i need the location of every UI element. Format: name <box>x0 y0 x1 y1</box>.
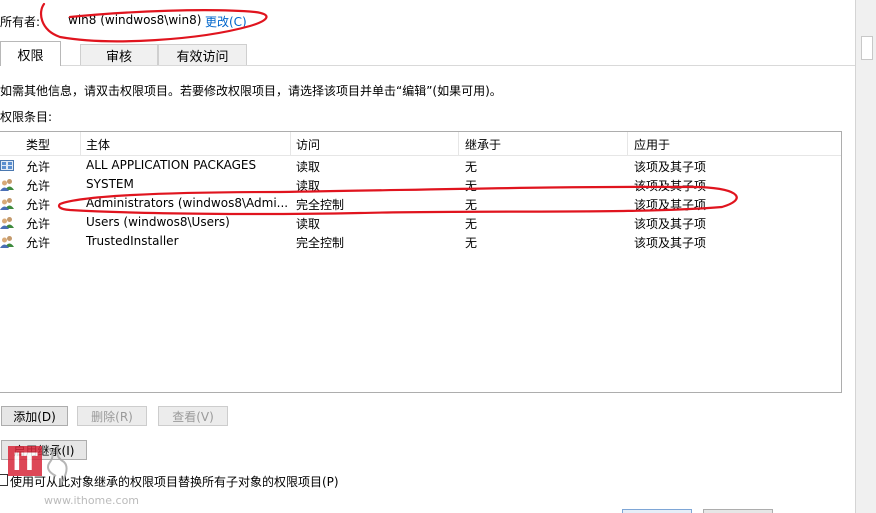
users-icon <box>0 198 14 210</box>
table-row[interactable]: 允许 SYSTEM 读取 无 该项及其子项 <box>0 175 841 194</box>
table-row[interactable]: 允许 Users (windwos8\Users) 读取 无 该项及其子项 <box>0 213 841 232</box>
owner-value: win8 (windwos8\win8) <box>68 13 202 27</box>
column-header-access[interactable]: 访问 <box>296 136 320 153</box>
cell-type: 允许 <box>26 217 51 231</box>
ithome-watermark-logo: IT <box>8 445 68 483</box>
users-icon <box>0 179 14 191</box>
adjacent-window-edge <box>855 0 876 513</box>
users-icon <box>0 236 14 248</box>
table-row[interactable]: 允许 TrustedInstaller 完全控制 无 该项及其子项 <box>0 232 841 251</box>
ok-button[interactable] <box>622 509 692 513</box>
cell-applies-to: 该项及其子项 <box>634 179 707 193</box>
list-header: 类型 主体 访问 继承于 应用于 <box>0 132 841 156</box>
tab-label: 权限 <box>17 48 44 64</box>
add-button[interactable]: 添加(D) <box>1 406 68 426</box>
permission-entries-list[interactable]: 类型 主体 访问 继承于 应用于 允许 ALL APPLICATION PACK… <box>0 131 842 393</box>
cell-applies-to: 该项及其子项 <box>634 160 707 174</box>
cancel-button[interactable] <box>703 509 773 513</box>
cell-access: 读取 <box>296 179 321 193</box>
cell-applies-to: 该项及其子项 <box>634 217 707 231</box>
view-button[interactable]: 查看(V) <box>158 406 228 426</box>
cell-inherited-from: 无 <box>465 179 478 193</box>
tab-effective-access[interactable]: 有效访问 <box>158 44 247 65</box>
package-icon <box>0 160 14 171</box>
replace-child-permissions-checkbox[interactable] <box>0 474 8 486</box>
cell-inherited-from: 无 <box>465 217 478 231</box>
cell-access: 读取 <box>296 217 321 231</box>
cell-type: 允许 <box>26 236 51 250</box>
column-header-principal[interactable]: 主体 <box>86 136 110 153</box>
column-header-applies-to[interactable]: 应用于 <box>634 136 670 153</box>
instructions-text: 如需其他信息，请双击权限项目。若要修改权限项目，请选择该项目并单击“编辑”(如果… <box>0 84 502 98</box>
tab-label: 审核 <box>105 49 132 65</box>
cell-inherited-from: 无 <box>465 198 478 212</box>
cell-inherited-from: 无 <box>465 160 478 174</box>
cell-access: 读取 <box>296 160 321 174</box>
cell-type: 允许 <box>26 198 51 212</box>
owner-label: 所有者: <box>0 15 41 29</box>
table-row[interactable]: 允许 ALL APPLICATION PACKAGES 读取 无 该项及其子项 <box>0 156 841 175</box>
tab-auditing[interactable]: 审核 <box>80 44 158 65</box>
cell-inherited-from: 无 <box>465 236 478 250</box>
cell-principal: ALL APPLICATION PACKAGES <box>86 158 257 172</box>
tab-strip-divider <box>0 65 855 66</box>
column-header-type[interactable]: 类型 <box>26 136 50 153</box>
column-header-inherited-from[interactable]: 继承于 <box>465 136 501 153</box>
cell-applies-to: 该项及其子项 <box>634 236 707 250</box>
cell-principal: TrustedInstaller <box>86 234 179 248</box>
table-row[interactable]: 允许 Administrators (windwos8\Admi... 完全控制… <box>0 194 841 213</box>
tab-label: 有效访问 <box>176 49 229 65</box>
cell-principal: Administrators (windwos8\Admi... <box>86 196 289 210</box>
change-owner-link[interactable]: 更改(C) <box>205 13 247 30</box>
cell-type: 允许 <box>26 160 51 174</box>
tab-permissions[interactable]: 权限 <box>0 41 61 66</box>
cell-applies-to: 该项及其子项 <box>634 198 707 212</box>
permission-entries-label: 权限条目: <box>0 110 53 124</box>
cell-principal: SYSTEM <box>86 177 134 191</box>
remove-button[interactable]: 删除(R) <box>77 406 147 426</box>
window-control <box>861 36 873 60</box>
cell-access: 完全控制 <box>296 198 345 212</box>
users-icon <box>0 217 14 229</box>
cell-type: 允许 <box>26 179 51 193</box>
cell-access: 完全控制 <box>296 236 345 250</box>
ithome-watermark-url: www.ithome.com <box>44 494 140 507</box>
cell-principal: Users (windwos8\Users) <box>86 215 230 229</box>
watermark-logo-text: IT <box>12 448 38 476</box>
